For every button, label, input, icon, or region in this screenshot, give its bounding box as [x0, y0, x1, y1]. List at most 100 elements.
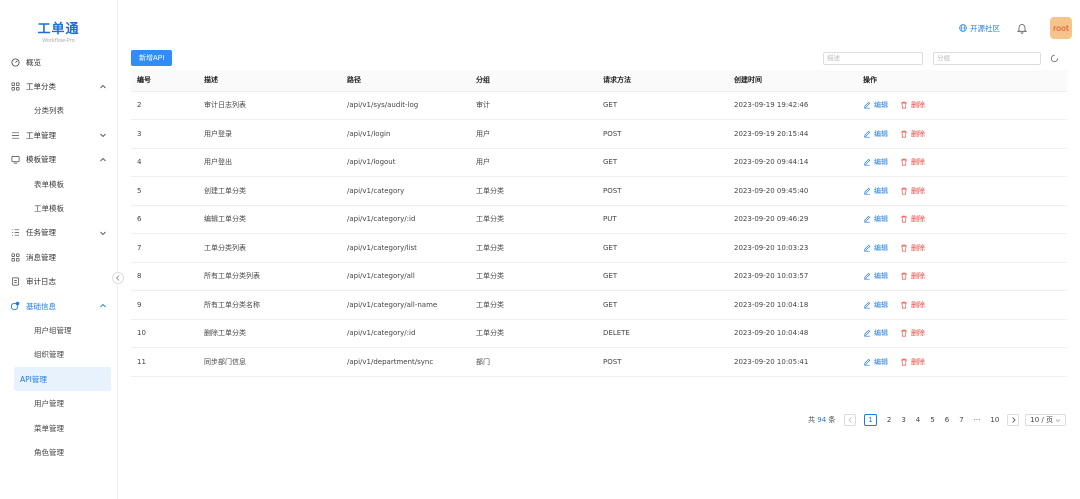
delete-button[interactable]: 删除: [900, 357, 925, 367]
edit-label: 编辑: [874, 186, 888, 195]
sidebar-item-label: 概览: [26, 57, 41, 67]
trash-icon: [901, 244, 907, 252]
delete-label: 删除: [911, 215, 925, 224]
table-cell: /api/v1/login: [341, 119, 470, 149]
bell-icon[interactable]: [1016, 22, 1028, 34]
sidebar-item-14[interactable]: 用户管理: [0, 391, 117, 415]
edit-button[interactable]: 编辑: [863, 214, 888, 224]
delete-button[interactable]: 删除: [900, 271, 925, 281]
open-source-community-link[interactable]: 开源社区: [959, 23, 1000, 34]
delete-button[interactable]: 删除: [900, 186, 925, 196]
table-cell: POST: [597, 347, 728, 377]
delete-button[interactable]: 删除: [900, 300, 925, 310]
page-number[interactable]: 6: [945, 416, 949, 424]
actions-cell: 编辑 删除: [857, 176, 1067, 206]
chevron-up-icon: [100, 303, 106, 308]
sidebar-item-label: 任务管理: [26, 228, 56, 238]
group-search-input[interactable]: 分组: [933, 52, 1041, 65]
column-header: 操作: [857, 70, 1067, 92]
table-cell: /api/v1/category/all: [341, 262, 470, 291]
chevron-left-icon: [115, 275, 120, 281]
table-cell: /api/v1/category: [341, 176, 470, 206]
edit-button[interactable]: 编辑: [863, 100, 888, 110]
sidebar-item-16[interactable]: 角色管理: [0, 440, 117, 464]
edit-button[interactable]: 编辑: [863, 129, 888, 139]
chevron-right-icon: [1011, 417, 1016, 423]
table-cell: 用户: [470, 148, 597, 177]
trash-icon: [901, 215, 907, 223]
delete-button[interactable]: 删除: [900, 129, 925, 139]
page-number[interactable]: 5: [930, 416, 934, 424]
column-header: 创建时间: [728, 70, 857, 92]
page-number[interactable]: 2: [887, 416, 891, 424]
edit-label: 编辑: [874, 357, 888, 366]
table-row: 11 同步部门信息/api/v1/department/sync 部门 POST 202…: [131, 347, 1067, 377]
add-api-button[interactable]: 新增API: [131, 50, 173, 66]
sidebar-item-6[interactable]: 工单模板: [0, 196, 117, 220]
table-cell: 用户: [470, 119, 597, 149]
page-number[interactable]: 10: [990, 416, 999, 424]
table-cell: 2023-09-20 10:04:18: [728, 290, 857, 320]
sidebar-item-10[interactable]: 基础信息: [0, 294, 117, 318]
delete-button[interactable]: 删除: [900, 100, 925, 110]
sidebar-item-4[interactable]: 模板管理: [0, 148, 117, 172]
page-number[interactable]: 1: [864, 414, 877, 426]
sidebar-item-label: 用户管理: [34, 399, 64, 409]
task-icon: [10, 228, 20, 238]
user-avatar[interactable]: root: [1050, 17, 1072, 39]
table-cell: 2023-09-20 10:03:57: [728, 262, 857, 291]
sidebar-item-2[interactable]: 分类列表: [0, 99, 117, 123]
sidebar-item-13[interactable]: API管理: [14, 367, 111, 392]
table-cell: POST: [597, 119, 728, 149]
prev-page-button[interactable]: [844, 414, 857, 426]
table-cell: 10: [131, 319, 198, 348]
delete-button[interactable]: 删除: [900, 214, 925, 224]
sidebar-item-1[interactable]: 工单分类: [0, 74, 117, 98]
page-size-select[interactable]: 10 / 页: [1025, 414, 1066, 426]
edit-label: 编辑: [874, 215, 888, 224]
edit-button[interactable]: 编辑: [863, 300, 888, 310]
sidebar-item-12[interactable]: 组织管理: [0, 343, 117, 367]
edit-button[interactable]: 编辑: [863, 243, 888, 253]
sidebar-item-label: 工单管理: [26, 130, 56, 140]
page-number[interactable]: 7: [959, 416, 963, 424]
edit-button[interactable]: 编辑: [863, 186, 888, 196]
edit-button[interactable]: 编辑: [863, 157, 888, 167]
table-body: 2 审计日志列表/api/v1/sys/audit-log 审计 GET 2023-09…: [131, 91, 1067, 377]
sidebar-item-11[interactable]: 用户组管理: [0, 318, 117, 342]
page-number[interactable]: 3: [901, 416, 905, 424]
table-cell: 3: [131, 119, 198, 149]
app-logo[interactable]: 工单通 Workflow-Pro: [0, 0, 117, 50]
description-search-input[interactable]: 描述: [823, 52, 923, 65]
delete-button[interactable]: 删除: [900, 328, 925, 338]
sidebar-item-3[interactable]: 工单管理: [0, 123, 117, 147]
chevron-down-icon: [1055, 418, 1061, 422]
sidebar-item-7[interactable]: 任务管理: [0, 221, 117, 245]
sidebar-item-8[interactable]: 消息管理: [0, 245, 117, 269]
edit-button[interactable]: 编辑: [863, 357, 888, 367]
collapse-sidebar-button[interactable]: [112, 272, 124, 284]
table-cell: 7: [131, 233, 198, 263]
page-number[interactable]: 4: [916, 416, 920, 424]
edit-label: 编辑: [874, 158, 888, 167]
table-cell: 9: [131, 290, 198, 320]
sidebar-item-0[interactable]: 概览: [0, 50, 117, 74]
trash-icon: [901, 158, 907, 166]
sidebar-item-5[interactable]: 表单模板: [0, 172, 117, 196]
page-size-value: 10 / 页: [1030, 416, 1053, 424]
table-row: 2 审计日志列表/api/v1/sys/audit-log 审计 GET 2023-09…: [131, 91, 1067, 120]
refresh-icon[interactable]: [1049, 53, 1060, 64]
delete-button[interactable]: 删除: [900, 157, 925, 167]
delete-button[interactable]: 删除: [900, 243, 925, 253]
page-ellipsis[interactable]: ···: [974, 416, 981, 424]
sidebar-item-9[interactable]: 审计日志: [0, 270, 117, 294]
table-cell: 部门: [470, 347, 597, 377]
edit-button[interactable]: 编辑: [863, 271, 888, 281]
table-cell: 2023-09-19 20:15:44: [728, 119, 857, 149]
sidebar-item-15[interactable]: 菜单管理: [0, 416, 117, 440]
table-cell: 编辑工单分类: [198, 205, 341, 234]
edit-icon: [864, 130, 871, 138]
table-cell: 4: [131, 148, 198, 177]
edit-button[interactable]: 编辑: [863, 328, 888, 338]
next-page-button[interactable]: [1007, 414, 1020, 426]
